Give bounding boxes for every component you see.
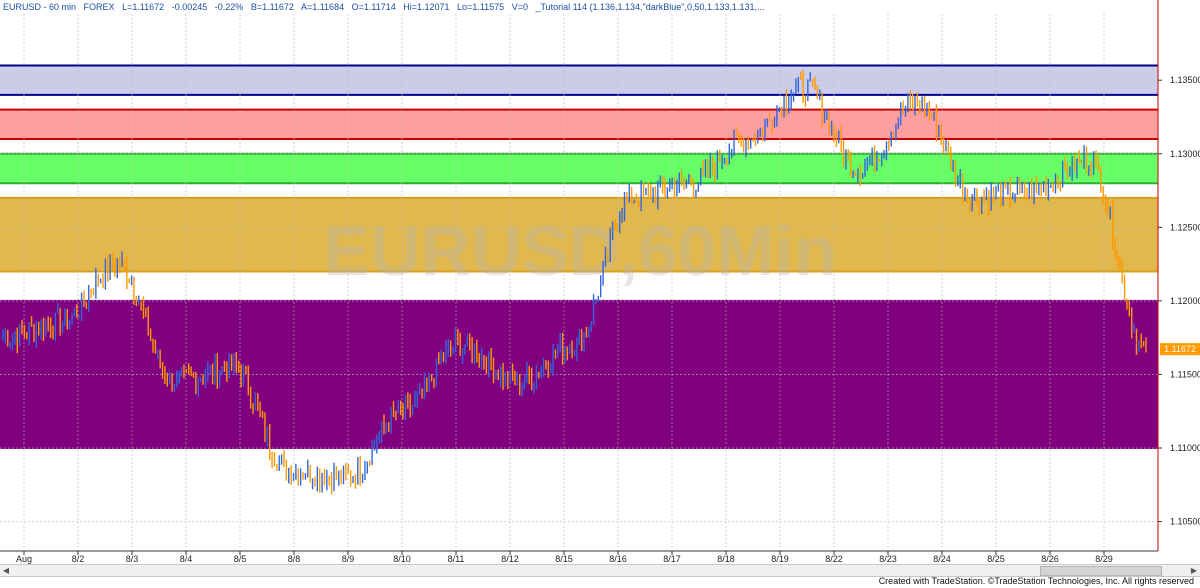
volume-label: V=0 <box>511 2 528 12</box>
y-tick-label-6: 1.13500 <box>1170 75 1200 85</box>
study-label[interactable]: _Tutorial 114 (1.136,1.134,"darkBlue",0,… <box>535 2 764 12</box>
bid-price: B=1.11672 <box>250 2 294 12</box>
price-axis: 1.10500 1.11000 1.11500 1.12000 1.12500 1.130… <box>1157 0 1200 551</box>
zone-band-1 <box>0 109 1158 140</box>
y-tick-label-1: 1.11000 <box>1170 443 1200 453</box>
y-tick-label-5: 1.13000 <box>1170 149 1200 159</box>
chart-watermark: EURUSD,60Min <box>323 212 836 290</box>
price-chart[interactable]: EURUSD,60Min 1.10500 1.11000 1.11500 1.1200… <box>0 0 1200 588</box>
y-tick-label-3: 1.12000 <box>1170 296 1200 306</box>
y-tick-label-4: 1.12500 <box>1170 222 1200 232</box>
ask-price: A=1.11684 <box>300 2 345 12</box>
x-tick-label-9: 8/12 <box>501 554 519 564</box>
x-tick-label-18: 8/25 <box>987 554 1005 564</box>
x-tick-label-17: 8/24 <box>933 554 951 564</box>
x-tick-label-0: Aug <box>16 554 32 564</box>
x-tick-label-1: 8/2 <box>72 554 85 564</box>
net-change: -0.00245 <box>171 2 208 12</box>
last-price-label: 1.11672 <box>1164 344 1196 354</box>
x-tick-label-8: 8/11 <box>448 554 465 564</box>
x-tick-label-6: 8/9 <box>342 554 355 564</box>
market-label: FOREX <box>83 2 115 12</box>
zone-band-2 <box>0 153 1158 184</box>
y-tick-label-0: 1.10500 <box>1170 517 1200 527</box>
footer-credit: Created with TradeStation. ©TradeStation… <box>878 576 1194 586</box>
x-tick-label-2: 8/3 <box>126 554 139 564</box>
scroll-left-icon[interactable]: ◀ <box>0 565 12 576</box>
x-tick-label-10: 8/15 <box>555 554 573 564</box>
last-price: L=1.11672 <box>122 2 165 12</box>
x-tick-label-15: 8/22 <box>825 554 843 564</box>
x-tick-label-20: 8/29 <box>1095 554 1113 564</box>
x-tick-label-4: 8/5 <box>234 554 247 564</box>
x-tick-label-16: 8/23 <box>879 554 897 564</box>
x-tick-label-14: 8/19 <box>771 554 789 564</box>
y-tick-label-2: 1.11500 <box>1170 369 1200 379</box>
open-price: O=1.11714 <box>351 2 396 12</box>
x-tick-label-3: 8/4 <box>180 554 193 564</box>
chart-canvas[interactable]: EURUSD,60Min 1.10500 1.11000 1.11500 1.1200… <box>0 0 1200 588</box>
time-axis: Aug 8/2 8/3 8/4 8/5 8/8 8/9 8/10 8/11 8/12 8/15 8/1… <box>0 550 1158 564</box>
high-price: Hi=1.12071 <box>403 2 450 12</box>
x-tick-label-7: 8/10 <box>393 554 411 564</box>
x-tick-label-12: 8/17 <box>663 554 681 564</box>
symbol-label: EURUSD - 60 min <box>3 2 77 12</box>
x-tick-label-11: 8/16 <box>609 554 627 564</box>
x-tick-label-5: 8/8 <box>288 554 301 564</box>
status-bar: EURUSD - 60 min FOREX L=1.11672 -0.00245… <box>0 0 1161 14</box>
x-tick-label-19: 8/26 <box>1041 554 1059 564</box>
scroll-right-icon[interactable]: ▶ <box>1188 565 1200 576</box>
low-price: Lo=1.11575 <box>457 2 505 12</box>
scroll-thumb[interactable] <box>1040 566 1162 576</box>
x-tick-label-13: 8/18 <box>717 554 735 564</box>
percent-change: -0.22% <box>214 2 244 12</box>
